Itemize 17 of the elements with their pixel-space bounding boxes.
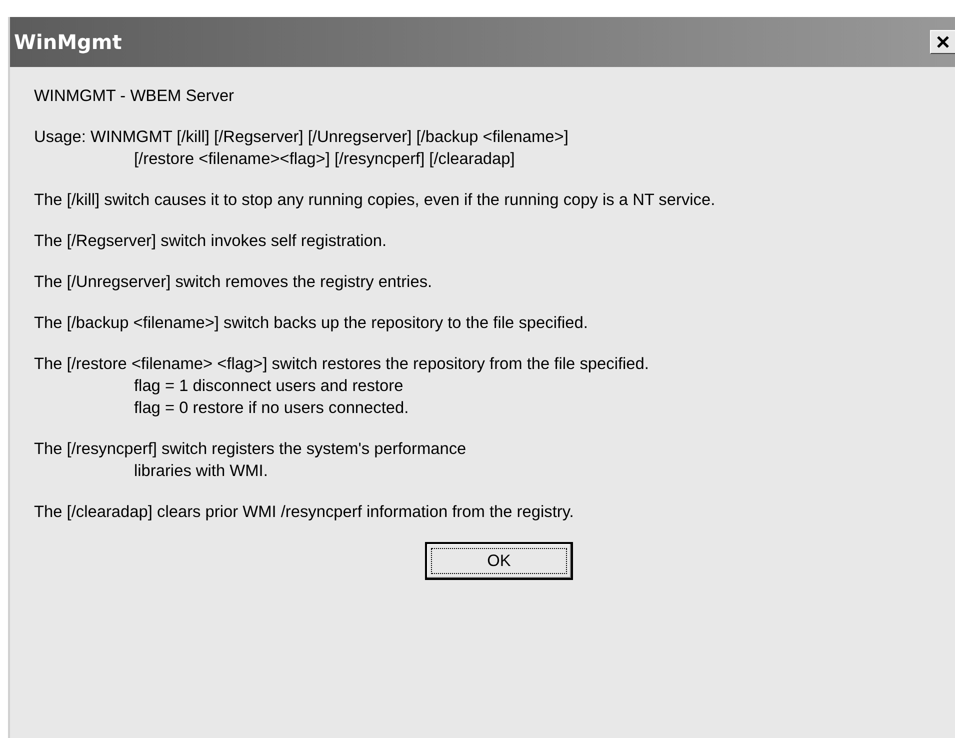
close-icon — [937, 36, 949, 48]
message-text: The [/kill] switch causes it to stop any running copies, even if the running copy is a NT service. — [34, 190, 716, 211]
message-text: The [/resyncperf] switch registers the system's performance — [34, 439, 468, 460]
message-text: The [/backup <filename>] switch backs up the repository to the file specified. — [34, 313, 589, 334]
message-text: flag = 0 restore if no users connected. — [133, 398, 410, 419]
message-text: WINMGMT - WBEM Server — [34, 86, 236, 107]
close-button[interactable] — [930, 30, 955, 54]
message-text: The [/clearadap] clears prior WMI /resyncperf information from the registry. — [34, 502, 575, 523]
message-text: libraries with WMI. — [133, 461, 269, 482]
message-text: Usage: WINMGMT [/kill] [/Regserver] [/Unregserver] [/backup <filename>] — [34, 127, 570, 148]
message-text: flag = 1 disconnect users and restore — [133, 376, 404, 397]
message-text: The [/Unregserver] switch removes the registry entries. — [34, 272, 434, 293]
message-text: The [/Regserver] switch invokes self registration. — [34, 231, 388, 252]
ok-button[interactable]: OK — [425, 542, 573, 580]
window-title: WinMgmt — [14, 30, 123, 54]
message-text: The [/restore <filename> <flag>] switch restores the repository from the file specified. — [34, 354, 650, 375]
message-text: [/restore <filename><flag>] [/resyncperf] [/clearadap] — [133, 149, 516, 170]
